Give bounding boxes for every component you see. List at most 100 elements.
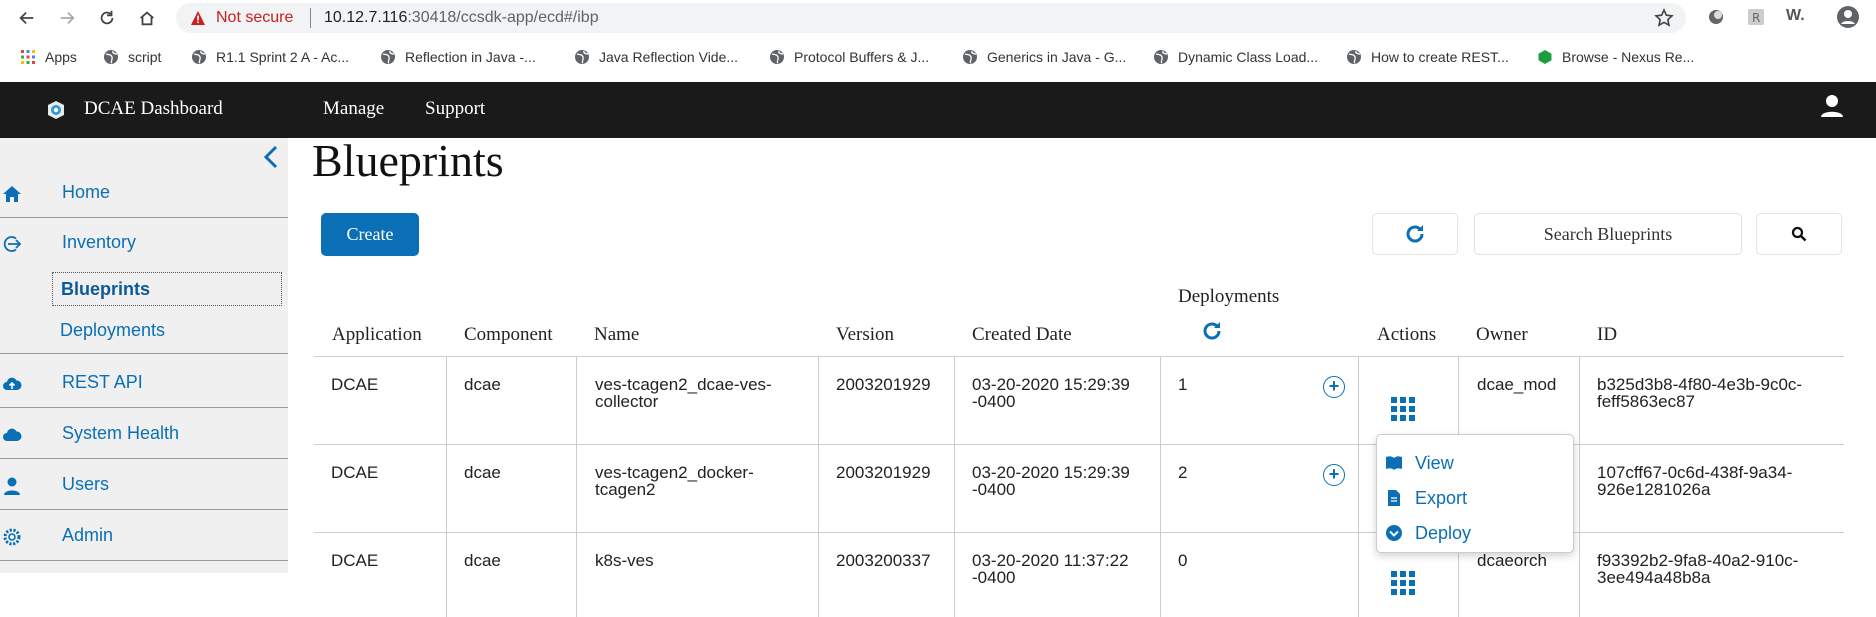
extension-circle-icon[interactable] (1706, 7, 1726, 27)
sidebar-item-home[interactable]: Home (0, 168, 288, 218)
sidebar-item-system-health[interactable]: System Health (0, 409, 288, 459)
bookmark-dynamic-class[interactable]: Dynamic Class Load... (1153, 49, 1318, 65)
bookmark-reflection[interactable]: Reflection in Java -... (380, 49, 536, 65)
book-open-icon (1386, 456, 1402, 470)
forward-button[interactable] (54, 6, 80, 30)
bookmark-apps[interactable]: Apps (20, 49, 77, 65)
cell-name: tcagen2 (595, 480, 656, 499)
column-header-id[interactable]: ID (1597, 324, 1617, 346)
menu-item-export[interactable]: Export (1385, 483, 1467, 513)
bookmark-protocol-buffers[interactable]: Protocol Buffers & J... (769, 49, 929, 65)
chevron-circle-down-icon (1386, 525, 1402, 541)
reload-button[interactable] (94, 6, 120, 30)
extension-box-icon[interactable]: R (1746, 7, 1766, 27)
menu-item-deploy[interactable]: Deploy (1385, 518, 1471, 548)
nexus-icon (1538, 50, 1552, 64)
cell-component: dcae (464, 551, 501, 570)
nav-manage[interactable]: Manage (323, 98, 384, 120)
cell-owner: dcae_mod (1477, 375, 1557, 394)
cell-version: 2003201929 (836, 375, 931, 394)
inventory-icon (3, 236, 22, 252)
address-bar[interactable]: Not secure 10.12.7.116:30418/ccsdk-app/e… (176, 3, 1686, 33)
arrow-left-icon (19, 11, 34, 25)
cell-name: ves-tcagen2_dcae-ves- (595, 375, 772, 394)
add-deployment-button[interactable]: + (1323, 376, 1345, 398)
bookmark-script[interactable]: script (103, 49, 161, 65)
cell-created-date: -0400 (972, 568, 1016, 587)
row-divider (314, 444, 1844, 445)
bookmark-sprint[interactable]: R1.1 Sprint 2 A - Ac... (191, 49, 349, 65)
column-header-created-date[interactable]: Created Date (972, 324, 1072, 346)
globe-icon (770, 50, 784, 64)
deployments-refresh-icon[interactable] (1201, 320, 1223, 342)
column-header-component[interactable]: Component (464, 324, 553, 346)
cell-deployments: 0 (1178, 551, 1188, 570)
column-divider (818, 356, 819, 617)
column-header-deployments[interactable]: Deployments (1178, 286, 1279, 308)
user-profile-icon[interactable] (1818, 92, 1846, 120)
sidebar-item-label: Admin (62, 525, 114, 545)
refresh-button[interactable] (1372, 213, 1458, 255)
sidebar-item-rest-api[interactable]: REST API (0, 358, 288, 408)
bookmark-rest[interactable]: How to create REST... (1346, 49, 1509, 65)
bookmark-java-reflection[interactable]: Java Reflection Vide... (574, 49, 738, 65)
bookmark-generics[interactable]: Generics in Java - G... (962, 49, 1126, 65)
url-text: 10.12.7.116:30418/ccsdk-app/ecd#/ibp (324, 9, 599, 27)
actions-dropdown-menu: View Export Deploy (1376, 434, 1574, 553)
dcae-logo-icon (48, 101, 64, 119)
home-button[interactable] (134, 6, 160, 30)
menu-item-view[interactable]: View (1385, 448, 1454, 478)
search-input[interactable] (1474, 213, 1742, 255)
column-header-owner[interactable]: Owner (1476, 324, 1528, 346)
column-divider (1579, 356, 1580, 617)
bookmark-label: Generics in Java - G... (987, 49, 1127, 65)
sidebar-subitem-deployments[interactable]: Deployments (52, 314, 282, 348)
globe-icon (1347, 50, 1361, 64)
globe-icon (963, 50, 977, 64)
sidebar-item-label: REST API (62, 372, 143, 392)
create-button[interactable]: Create (321, 213, 419, 256)
brand-title[interactable]: DCAE Dashboard (84, 98, 223, 120)
arrow-right-icon (60, 11, 75, 25)
cell-application: DCAE (331, 375, 379, 394)
cell-version: 2003201929 (836, 463, 931, 482)
menu-item-label: Export (1415, 487, 1468, 508)
cell-created-date: 03-20-2020 15:29:39 (972, 463, 1130, 482)
sidebar-item-label: Home (62, 182, 111, 202)
cell-id: b325d3b8-4f80-4e3b-9c0c- (1597, 375, 1803, 394)
add-deployment-button[interactable]: + (1323, 464, 1345, 486)
back-button[interactable] (14, 6, 40, 30)
sidebar-item-inventory[interactable]: Inventory (0, 218, 288, 262)
star-icon[interactable] (1654, 8, 1674, 28)
file-icon (1388, 490, 1400, 506)
cell-name: k8s-ves (595, 551, 654, 570)
cell-deployments: 1 (1178, 375, 1188, 394)
nav-support[interactable]: Support (425, 98, 485, 120)
column-divider (576, 356, 577, 617)
sidebar-item-admin[interactable]: Admin (0, 511, 288, 561)
column-header-application[interactable]: Application (332, 324, 422, 346)
extension-w-label[interactable]: W. (1786, 7, 1805, 27)
app-header: DCAE Dashboard Manage Support (0, 82, 1876, 138)
actions-grid-icon[interactable] (1390, 570, 1416, 596)
profile-icon[interactable] (1836, 5, 1860, 29)
cell-application: DCAE (331, 463, 379, 482)
bookmark-nexus[interactable]: Browse - Nexus Re... (1537, 49, 1694, 65)
column-header-version[interactable]: Version (836, 324, 894, 346)
security-label: Not secure (216, 9, 294, 26)
actions-grid-icon[interactable] (1390, 396, 1416, 422)
sidebar-item-users[interactable]: Users (0, 460, 288, 510)
sidebar-subitem-blueprints[interactable]: Blueprints (52, 272, 282, 306)
column-header-name[interactable]: Name (594, 324, 639, 346)
globe-icon (381, 50, 395, 64)
gear-icon (3, 528, 21, 546)
column-divider (1160, 356, 1161, 617)
chevron-left-icon[interactable] (262, 144, 280, 170)
cell-id: f93392b2-9fa8-40a2-910c- (1597, 551, 1799, 570)
search-button[interactable] (1756, 213, 1842, 255)
house-icon (140, 11, 154, 26)
globe-icon (192, 50, 206, 64)
cell-created-date: 03-20-2020 11:37:22 (972, 551, 1129, 570)
row-divider (314, 532, 1844, 533)
cell-created-date: -0400 (972, 480, 1016, 499)
